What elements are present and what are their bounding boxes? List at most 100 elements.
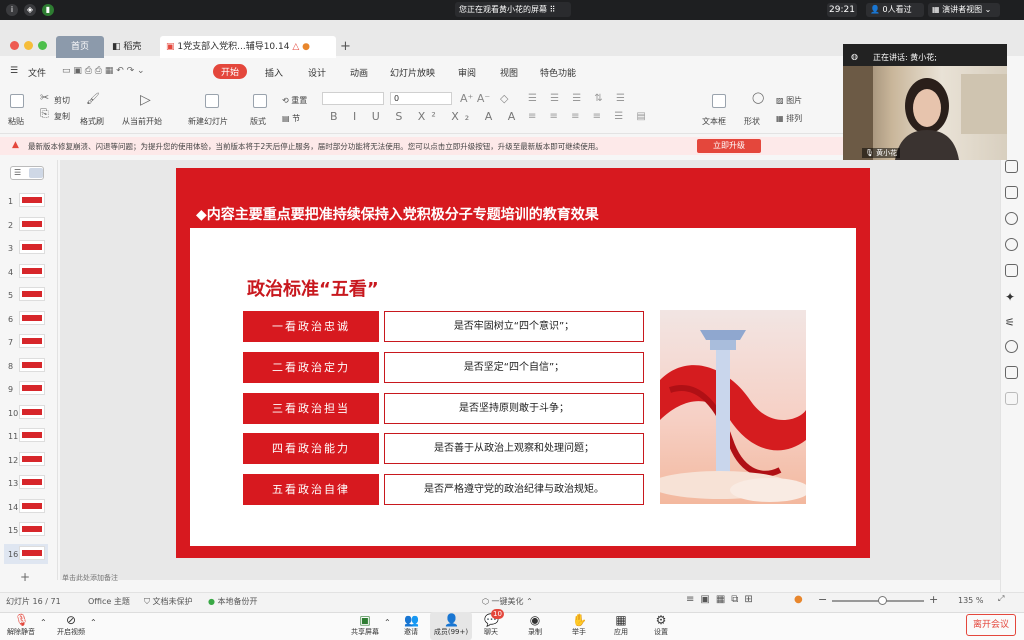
- shield-icon[interactable]: ◈: [24, 4, 36, 16]
- play-icon[interactable]: ▷: [140, 92, 151, 108]
- maximize-window-icon[interactable]: [38, 41, 47, 50]
- slide-thumbnail[interactable]: 14: [4, 497, 48, 517]
- slide-thumbnail[interactable]: 15: [4, 520, 48, 540]
- tab-home[interactable]: 首页: [56, 36, 104, 58]
- apps-button[interactable]: ▦ 应用: [608, 612, 634, 640]
- standard-label-2[interactable]: 二看政治定力: [243, 352, 379, 383]
- image-tool-icon[interactable]: [1005, 366, 1018, 379]
- slide-thumbnail[interactable]: 6: [4, 309, 48, 329]
- slide-title[interactable]: ◆内容主要重点要把准持续保持入党积极分子专题培训的教育效果: [196, 204, 599, 224]
- tab-docer[interactable]: ◧ 稻壳: [108, 36, 158, 58]
- info-icon[interactable]: i: [6, 4, 18, 16]
- history-icon[interactable]: [1005, 340, 1018, 353]
- section-button[interactable]: ▤ 节: [282, 113, 300, 124]
- video-options-chevron-icon[interactable]: ⌃: [90, 618, 97, 627]
- standard-label-4[interactable]: 四看政治能力: [243, 433, 379, 464]
- share-options-chevron-icon[interactable]: ⌃: [384, 618, 391, 627]
- slide-thumbnail[interactable]: 3: [4, 238, 48, 258]
- slide-subtitle[interactable]: 政治标准“五看”: [247, 275, 379, 301]
- reset-button[interactable]: ⟲ 重置: [282, 95, 307, 106]
- menu-home[interactable]: 开始: [213, 64, 248, 79]
- layout-icon[interactable]: [253, 94, 267, 108]
- zoom-in-icon[interactable]: +: [929, 593, 938, 606]
- signal-icon[interactable]: ▮: [42, 4, 54, 16]
- menu-file[interactable]: 文件: [28, 66, 46, 79]
- transition-icon[interactable]: [1005, 264, 1018, 277]
- close-window-icon[interactable]: [10, 41, 19, 50]
- leave-meeting-button[interactable]: 离开会议: [966, 614, 1016, 636]
- menu-review[interactable]: 审阅: [458, 66, 476, 79]
- zoom-level[interactable]: 135 %: [958, 596, 983, 605]
- view-mode-select[interactable]: ▦ 演讲者视图 ⌄: [928, 3, 1000, 17]
- paragraph-icons[interactable]: ☰ ☰ ☰ ⇅ ☰: [528, 93, 630, 104]
- pin-icon[interactable]: ✦: [1005, 290, 1018, 304]
- upgrade-now-button[interactable]: 立即升级: [697, 139, 761, 153]
- font-grow-icons[interactable]: A⁺ A⁻: [460, 92, 490, 105]
- standard-label-5[interactable]: 五看政治自律: [243, 474, 379, 505]
- picture-button[interactable]: ▨ 图片: [776, 95, 802, 106]
- invite-button[interactable]: 👥 邀请: [398, 612, 424, 640]
- paste-icon[interactable]: [10, 94, 24, 108]
- shape-icon[interactable]: ◯: [752, 91, 764, 104]
- standard-desc-5[interactable]: 是否严格遵守党的政治纪律与政治规矩。: [384, 474, 644, 505]
- share-screen-button[interactable]: ▣ 共享屏幕: [346, 612, 384, 640]
- quick-access-icons[interactable]: ▭ ▣ ⎙ ⎙ ▦ ↶ ↷ ⌄: [62, 66, 145, 76]
- slide-thumbnail[interactable]: 5: [4, 285, 48, 305]
- standard-label-3[interactable]: 三看政治担当: [243, 393, 379, 424]
- from-current-button[interactable]: 从当前开始: [122, 116, 162, 127]
- zoom-out-icon[interactable]: −: [818, 593, 827, 606]
- unmute-button[interactable]: 🎙 解除静音: [4, 612, 38, 640]
- zoom-slider-thumb[interactable]: [878, 596, 887, 605]
- slide-thumbnail[interactable]: 7: [4, 332, 48, 352]
- hamburger-icon[interactable]: ☰: [10, 66, 18, 76]
- grid-view-icon[interactable]: [29, 168, 43, 178]
- textbox-icon[interactable]: [712, 94, 726, 108]
- shape-style-icon[interactable]: [1005, 186, 1018, 199]
- menu-design[interactable]: 设计: [308, 66, 326, 79]
- start-video-button[interactable]: ⊘ 开启视频: [52, 612, 90, 640]
- copy-icon[interactable]: ⎘: [40, 107, 49, 121]
- animation-icon[interactable]: [1005, 238, 1018, 251]
- fill-icon[interactable]: [1005, 212, 1018, 225]
- minimize-window-icon[interactable]: [24, 41, 33, 50]
- cut-label[interactable]: 剪切: [54, 95, 70, 106]
- slide-thumbnail[interactable]: 9: [4, 379, 48, 399]
- menu-view[interactable]: 视图: [500, 66, 518, 79]
- tab-document[interactable]: ▣ 1党支部入党积...辅导10.14 △ ●: [160, 36, 336, 58]
- slide-thumbnail[interactable]: 12: [4, 450, 48, 470]
- doc-protect-status[interactable]: ⛉ 文档未保护: [144, 596, 193, 607]
- thumbnail-view-toggle[interactable]: ☰: [10, 166, 44, 180]
- adjust-icon[interactable]: ⚟: [1005, 316, 1018, 329]
- settings-button[interactable]: ⚙ 设置: [648, 612, 674, 640]
- view-mode-icons[interactable]: ≡▣▦⧉⊞: [686, 594, 759, 605]
- standard-desc-1[interactable]: 是否牢固树立“四个意识”；: [384, 311, 644, 342]
- add-slide-icon[interactable]: +: [20, 570, 30, 584]
- standard-label-1[interactable]: 一看政治忠诚: [243, 311, 379, 342]
- viewers-count[interactable]: 👤 0人看过: [866, 3, 924, 17]
- format-painter-label[interactable]: 格式刷: [80, 116, 104, 127]
- members-button[interactable]: 👤 成员(99+): [430, 612, 472, 640]
- new-tab-button[interactable]: +: [340, 36, 354, 58]
- arrange-button[interactable]: ▦ 排列: [776, 113, 802, 124]
- standard-desc-4[interactable]: 是否善于从政治上观察和处理问题；: [384, 433, 644, 464]
- slide-thumbnail[interactable]: 10: [4, 403, 48, 423]
- raise-hand-button[interactable]: ✋ 举手: [566, 612, 592, 640]
- record-button[interactable]: ◉ 录制: [522, 612, 548, 640]
- cut-icon[interactable]: ✂: [40, 91, 49, 104]
- standard-desc-3[interactable]: 是否坚持原则敢于斗争；: [384, 393, 644, 424]
- mic-options-chevron-icon[interactable]: ⌃: [40, 618, 47, 627]
- slide-thumbnail[interactable]: 4: [4, 262, 48, 282]
- menu-slideshow[interactable]: 幻灯片放映: [390, 66, 435, 79]
- slide-thumbnail[interactable]: 2: [4, 215, 48, 235]
- align-icons[interactable]: ≡ ≡ ≡ ≡ ☰ ▤: [528, 111, 651, 122]
- fit-window-icon[interactable]: ⤢: [998, 594, 1004, 604]
- clear-format-icon[interactable]: ◇: [500, 92, 508, 105]
- slide-thumbnail[interactable]: 13: [4, 473, 48, 493]
- properties-icon[interactable]: [1005, 160, 1018, 173]
- list-view-icon[interactable]: ☰: [14, 168, 21, 177]
- new-slide-icon[interactable]: [205, 94, 219, 108]
- standard-desc-2[interactable]: 是否坚定“四个自信”；: [384, 352, 644, 383]
- menu-animation[interactable]: 动画: [350, 66, 368, 79]
- screen-share-banner[interactable]: 您正在观看黄小花的屏幕 ⠿: [455, 2, 571, 17]
- local-backup-status[interactable]: ● 本地备份开: [208, 596, 258, 607]
